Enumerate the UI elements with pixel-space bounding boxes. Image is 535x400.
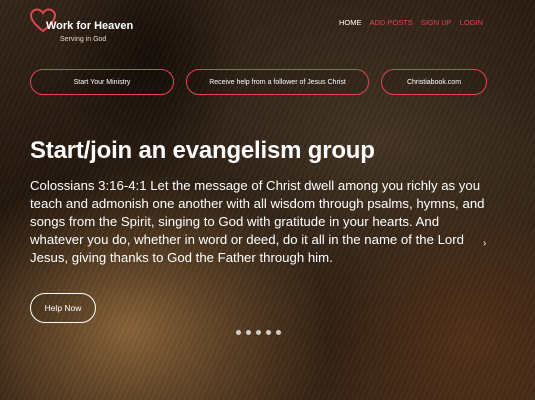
christiabook-button[interactable]: Christiabook.com <box>381 69 487 95</box>
carousel-dot[interactable] <box>266 330 271 335</box>
hero-headline: Start/join an evangelism group <box>30 137 375 164</box>
site-logo[interactable]: Work for Heaven Serving in God <box>30 8 140 48</box>
carousel-dot[interactable] <box>236 330 241 335</box>
carousel-dot[interactable] <box>246 330 251 335</box>
quick-links: Start Your Ministry Receive help from a … <box>30 69 487 97</box>
nav-login[interactable]: LOGIN <box>460 18 483 27</box>
receive-help-button[interactable]: Receive help from a follower of Jesus Ch… <box>186 69 369 95</box>
carousel-dot[interactable] <box>256 330 261 335</box>
nav-sign-up[interactable]: SIGN UP <box>421 18 452 27</box>
carousel-dot[interactable] <box>276 330 281 335</box>
start-ministry-button[interactable]: Start Your Ministry <box>30 69 174 95</box>
main-nav: HOME ADD POSTS SIGN UP LOGIN <box>339 18 483 27</box>
hero-verse: Colossians 3:16-4:1 Let the message of C… <box>30 178 485 265</box>
nav-add-posts[interactable]: ADD POSTS <box>369 18 412 27</box>
carousel-indicators <box>236 330 281 335</box>
logo-subtitle: Serving in God <box>60 36 107 43</box>
logo-title: Work for Heaven <box>46 20 134 32</box>
nav-home[interactable]: HOME <box>339 18 362 27</box>
chevron-right-icon[interactable]: › <box>483 238 486 249</box>
help-now-button[interactable]: Help Now <box>30 293 96 323</box>
